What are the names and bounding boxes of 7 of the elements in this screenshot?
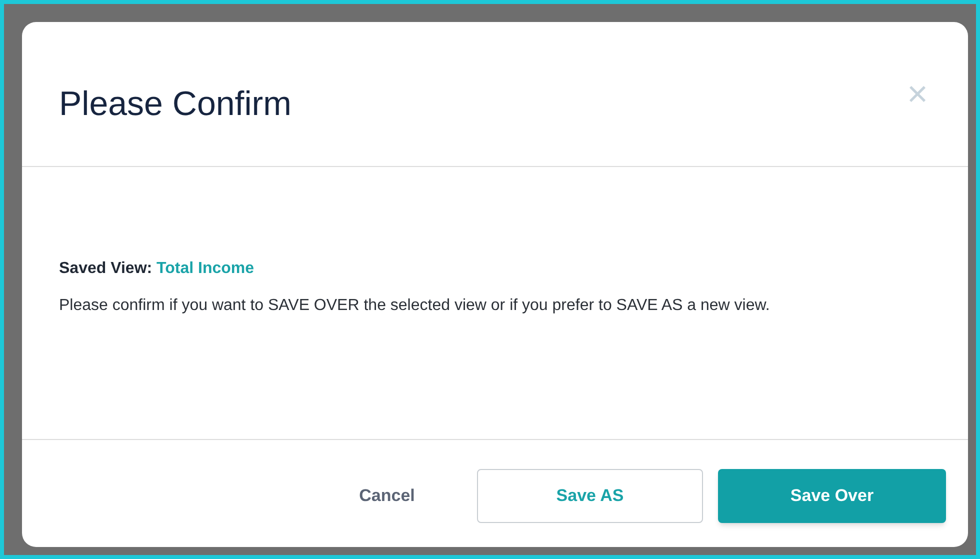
dialog-title: Please Confirm <box>59 84 292 124</box>
saved-view-name: Total Income <box>156 260 254 277</box>
save-over-button[interactable]: Save Over <box>718 468 946 522</box>
confirmation-message: Please confirm if you want to SAVE OVER the selected view or if you prefer to SAVE AS a new view. <box>59 296 771 316</box>
save-as-button[interactable]: Save AS <box>477 468 703 522</box>
saved-view-label: Saved View: <box>59 260 152 277</box>
cancel-button[interactable]: Cancel <box>312 468 462 522</box>
